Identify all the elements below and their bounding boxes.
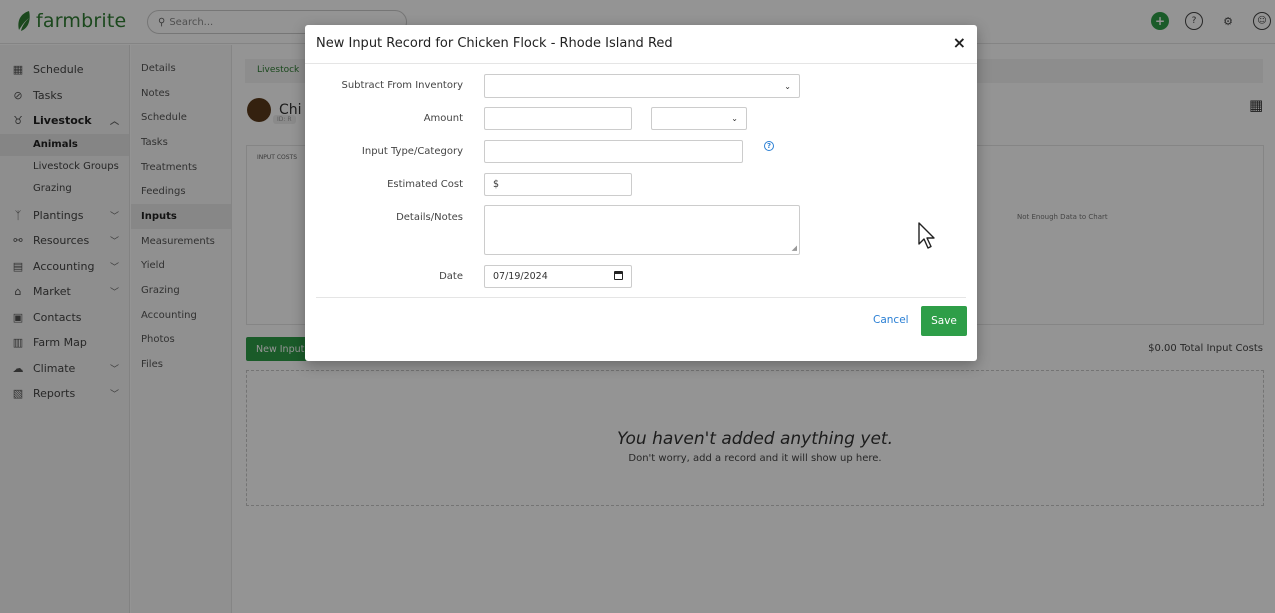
save-button[interactable]: Save [921,306,967,336]
help-icon[interactable]: ? [764,141,774,151]
mouse-cursor-icon [918,222,935,249]
estimated-cost-label: Estimated Cost [387,179,463,190]
calendar-icon[interactable] [614,271,623,280]
subtract-inventory-select[interactable]: ⌄ [484,74,800,98]
input-type-label: Input Type/Category [361,146,463,157]
cancel-button[interactable]: Cancel [873,314,909,326]
chevron-down-icon: ⌄ [731,114,738,123]
estimated-cost-input[interactable]: $ [484,173,632,196]
amount-unit-select[interactable]: ⌄ [651,107,747,130]
amount-label: Amount [423,113,463,124]
details-notes-textarea[interactable]: ◢ [484,205,800,255]
close-icon[interactable]: × [953,34,966,52]
date-label: Date [439,271,463,282]
details-notes-label: Details/Notes [396,212,463,223]
date-value: 07/19/2024 [493,271,548,282]
subtract-inventory-label: Subtract From Inventory [341,80,463,91]
new-input-modal: New Input Record for Chicken Flock - Rho… [305,25,977,361]
modal-title: New Input Record for Chicken Flock - Rho… [316,36,673,51]
resize-handle-icon[interactable]: ◢ [792,244,797,252]
input-type-field[interactable] [484,140,743,163]
date-input[interactable]: 07/19/2024 [484,265,632,288]
amount-input[interactable] [484,107,632,130]
modal-footer-divider [316,297,966,298]
modal-divider [305,63,977,64]
estimated-cost-value: $ [493,179,500,190]
chevron-down-icon: ⌄ [784,81,791,91]
